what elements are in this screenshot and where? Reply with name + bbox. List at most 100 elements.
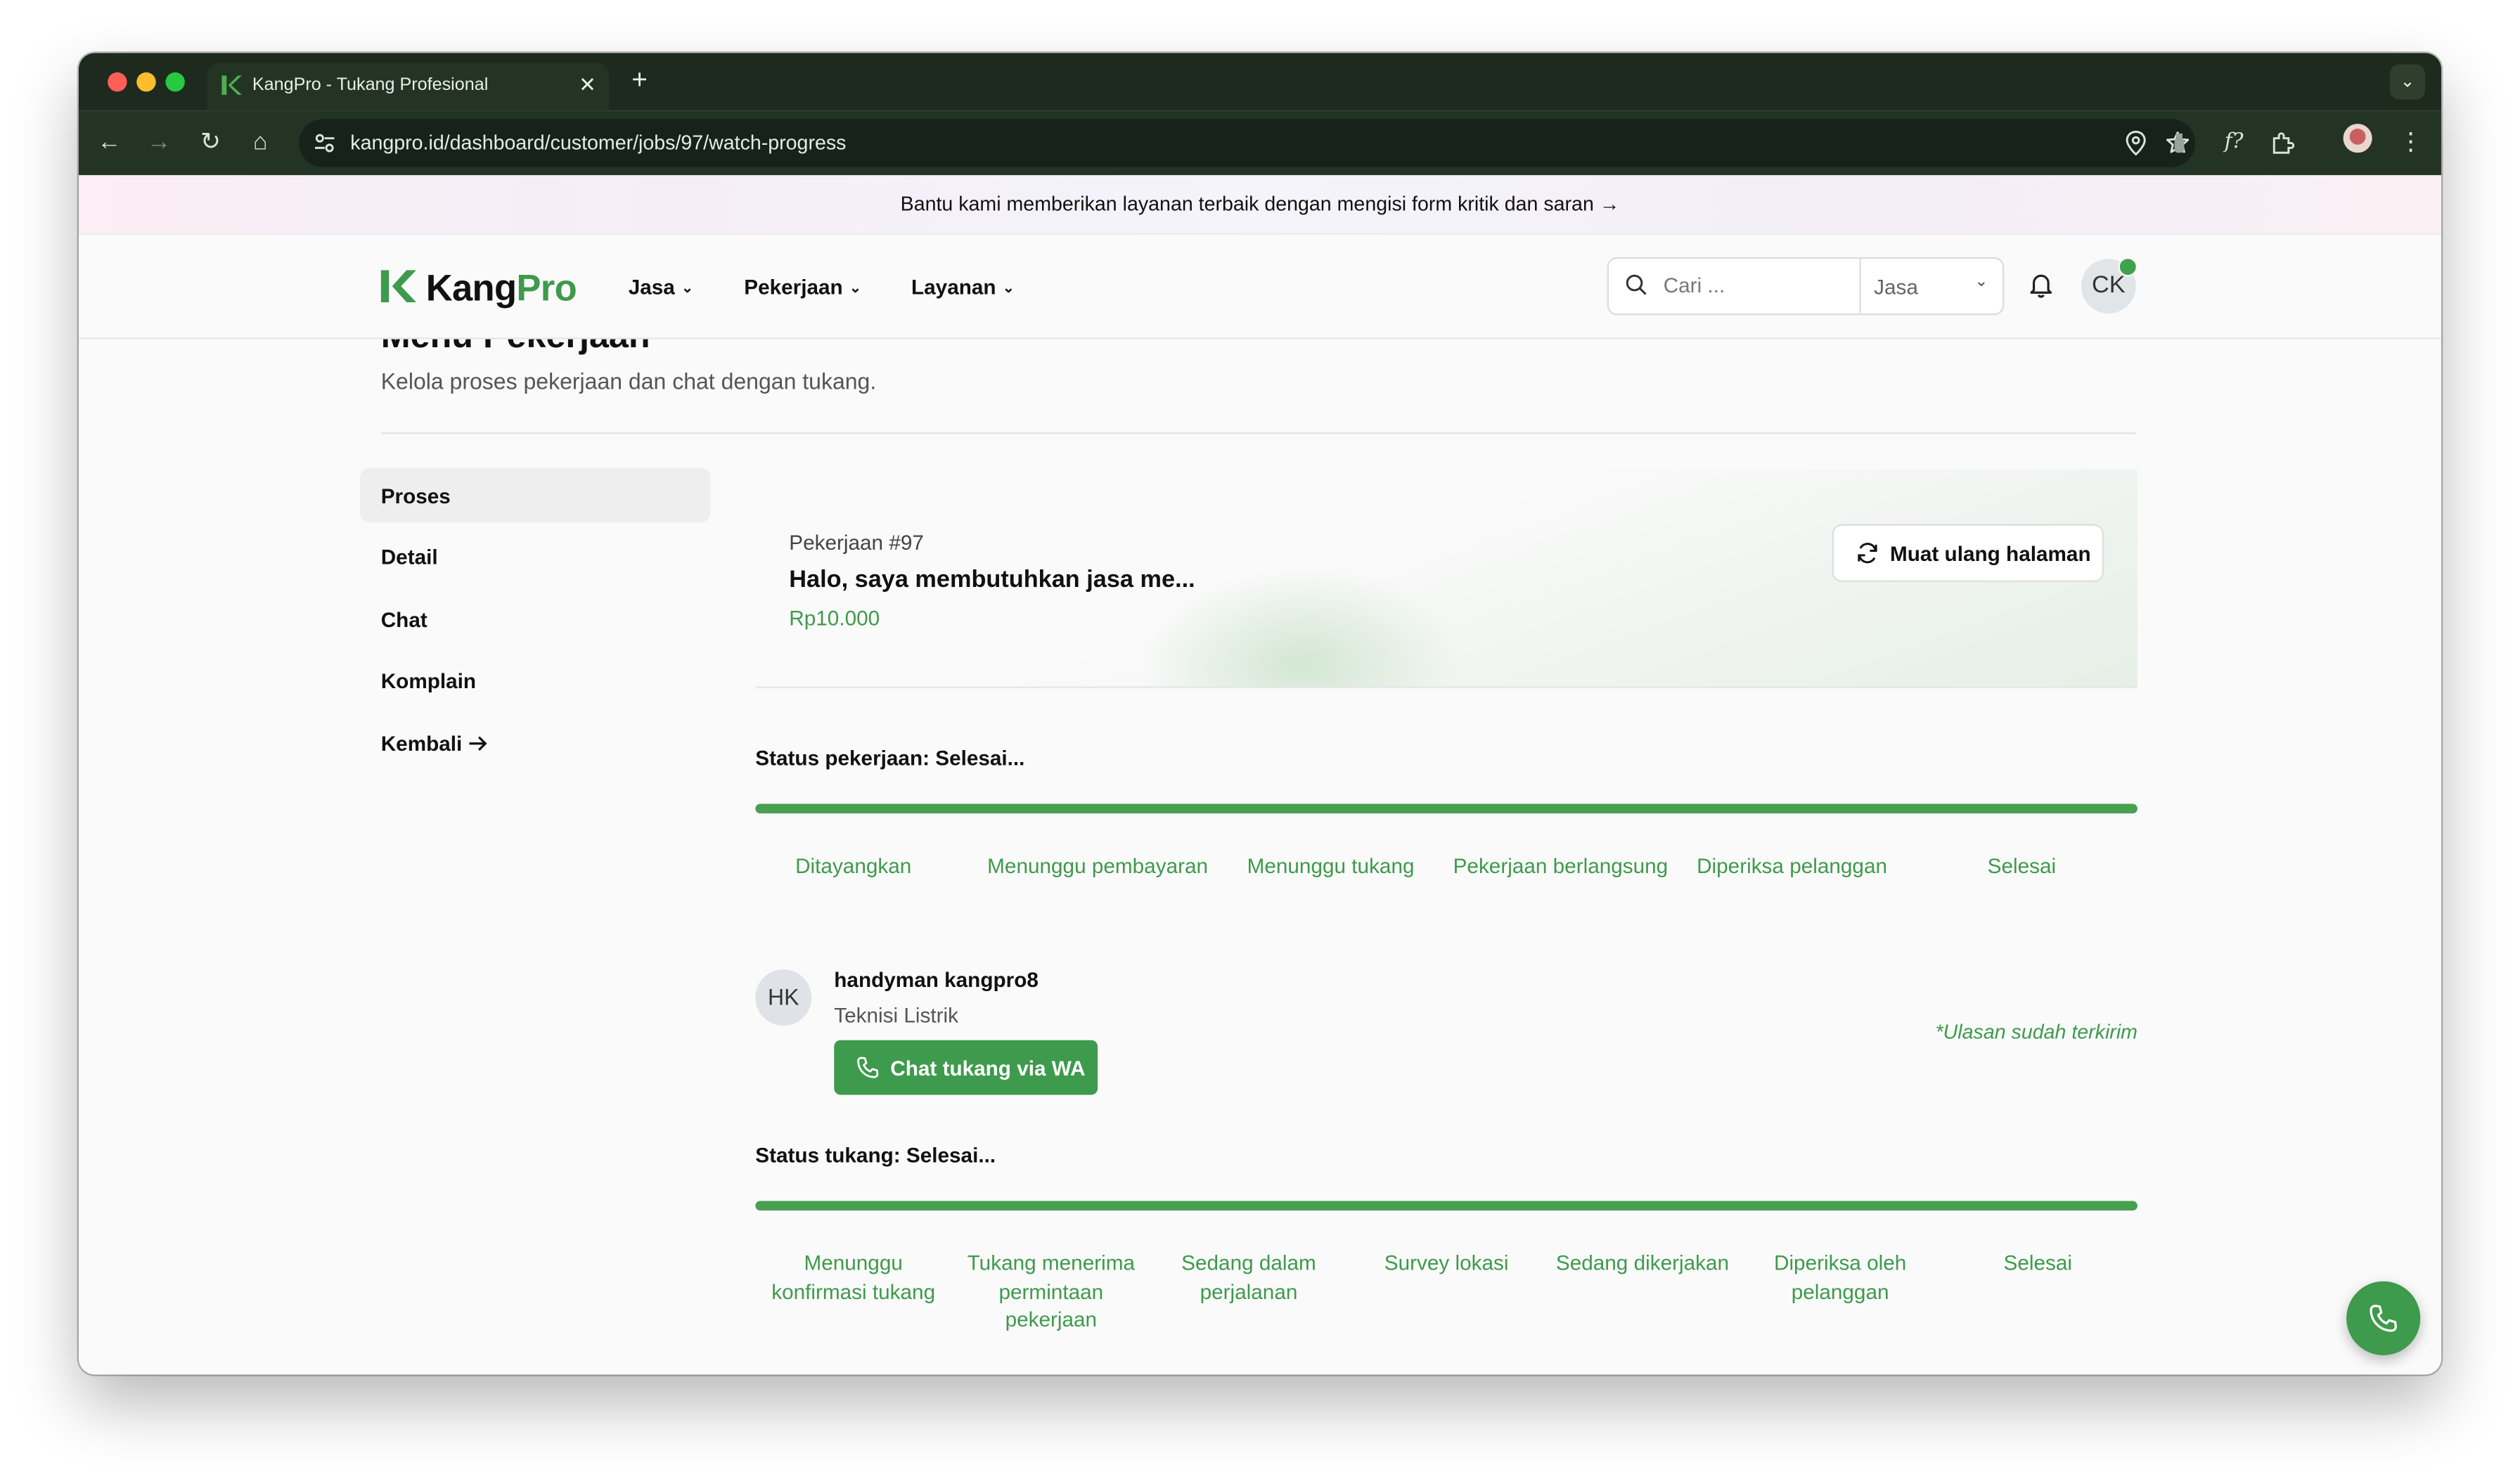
handyman-step-2: Tukang menerima permintaan pekerjaan — [967, 1251, 1136, 1331]
floating-call-button[interactable] — [2346, 1281, 2421, 1355]
sidebar-item-label: Komplain — [380, 669, 477, 693]
handyman-step-6: Diperiksa oleh pelanggan — [1773, 1251, 1907, 1303]
tab-title: KangPro - Tukang Profesional — [252, 75, 489, 95]
phone-icon — [2370, 1305, 2397, 1332]
handyman-status-label: Status tukang: Selesai... — [755, 1143, 996, 1168]
browser-window: KangPro - Tukang Profesional ✕ + ⌄ ← → ↻… — [78, 53, 2441, 1375]
logo-kang: Kang — [425, 266, 517, 309]
sidebar-item-kembali[interactable]: Kembali — [360, 716, 710, 770]
nav-pekerjaan[interactable]: Pekerjaan ⌄ — [744, 275, 861, 299]
handyman-name: handyman kangpro8 — [834, 967, 1039, 993]
chat-whatsapp-label: Chat tukang via WA — [890, 1056, 1086, 1080]
new-tab-button[interactable]: + — [631, 66, 648, 93]
sidebar-item-label: Chat — [380, 607, 428, 632]
sidebar-item-detail[interactable]: Detail — [360, 529, 710, 583]
search-category-select[interactable]: Jasa ⌄ — [1859, 259, 2005, 314]
chevron-down-icon: ⌄ — [849, 279, 862, 296]
logo-pro: Pro — [516, 266, 577, 309]
handyman-role: Teknisi Listrik — [834, 1003, 958, 1028]
job-card: Pekerjaan #97 Halo, saya membutuhkan jas… — [755, 469, 2138, 688]
job-number-label: Pekerjaan #97 — [789, 530, 924, 555]
page-subtitle: Kelola proses pekerjaan dan chat dengan … — [380, 368, 877, 394]
chevron-down-icon: ⌄ — [1974, 273, 1988, 291]
site-settings-icon[interactable] — [314, 132, 336, 155]
job-step-3: Menunggu tukang — [1247, 853, 1415, 878]
job-step-1: Ditayangkan — [795, 853, 912, 878]
reload-icon[interactable]: ↻ — [195, 127, 227, 160]
handyman-progress-fill — [755, 1201, 2138, 1211]
search-input[interactable] — [1663, 273, 1841, 298]
sidebar-item-chat[interactable]: Chat — [360, 592, 710, 647]
nav-pekerjaan-label: Pekerjaan — [744, 275, 843, 299]
maximize-window-button[interactable] — [165, 72, 185, 92]
notification-bell-icon[interactable] — [2026, 270, 2055, 299]
review-sent-note: *Ulasan sudah terkirim — [1935, 1021, 2138, 1044]
home-icon[interactable]: ⌂ — [244, 127, 276, 160]
kangpro-logo-icon — [380, 270, 416, 302]
job-step-5: Diperiksa pelanggan — [1697, 853, 1888, 878]
browser-tab[interactable]: KangPro - Tukang Profesional ✕ — [207, 63, 610, 111]
divider — [380, 432, 2136, 434]
phone-icon — [857, 1057, 879, 1078]
close-window-button[interactable] — [108, 72, 127, 92]
arrow-right-icon — [469, 736, 487, 751]
main-content: Menu Pekerjaan Kelola proses pekerjaan d… — [79, 315, 2441, 1374]
handyman-step-7: Selesai — [2003, 1251, 2072, 1275]
font-extension-icon[interactable]: f? — [2218, 127, 2250, 160]
handyman-step-3: Sedang dalam perjalanan — [1181, 1251, 1316, 1303]
forward-arrow-icon[interactable]: → — [143, 127, 175, 160]
job-progress-bar — [755, 803, 2138, 814]
user-avatar[interactable]: CK — [2081, 257, 2138, 314]
handyman-progress-bar — [755, 1201, 2138, 1211]
url-text: kangpro.id/dashboard/customer/jobs/97/wa… — [350, 131, 847, 155]
chat-whatsapp-button[interactable]: Chat tukang via WA — [834, 1040, 1098, 1095]
user-avatar-initials: CK — [2092, 271, 2126, 299]
address-bar[interactable]: kangpro.id/dashboard/customer/jobs/97/wa… — [299, 119, 2196, 167]
feedback-banner[interactable]: Bantu kami memberikan layanan terbaik de… — [78, 175, 2441, 235]
extensions-puzzle-icon[interactable] — [2269, 130, 2295, 156]
profile-avatar-icon[interactable] — [2343, 124, 2372, 153]
back-arrow-icon[interactable]: ← — [94, 127, 126, 160]
nav-jasa-label: Jasa — [628, 275, 675, 299]
tab-close-icon[interactable]: ✕ — [579, 72, 596, 98]
sidebar-item-label: Kembali — [380, 731, 463, 756]
job-step-2: Menunggu pembayaran — [987, 853, 1209, 878]
handyman-step-5: Sedang dikerjakan — [1555, 1251, 1730, 1275]
minimize-window-button[interactable] — [136, 72, 156, 92]
chevron-down-icon: ⌄ — [681, 279, 694, 296]
browser-menu-icon[interactable]: ⋮ — [2395, 127, 2427, 160]
online-status-dot — [2118, 257, 2138, 277]
job-step-4: Pekerjaan berlangsung — [1453, 853, 1669, 878]
reload-page-button[interactable]: Muat ulang halaman — [1832, 524, 2104, 582]
sidebar-item-label: Proses — [380, 484, 451, 508]
web-page: Bantu kami memberikan layanan terbaik de… — [78, 175, 2441, 1375]
sidebar-item-label: Detail — [380, 545, 438, 569]
browser-toolbar: ← → ↻ ⌂ kangpro.id/dashboard/customer/jo… — [78, 110, 2441, 176]
nav-layanan-label: Layanan — [911, 275, 996, 299]
nav-layanan[interactable]: Layanan ⌄ — [911, 275, 1015, 299]
job-status-label: Status pekerjaan: Selesai... — [755, 746, 1025, 770]
logo-wordmark: KangPro — [426, 267, 577, 311]
reload-button-label: Muat ulang halaman — [1889, 541, 2091, 567]
handyman-avatar: HK — [755, 969, 812, 1026]
site-header: KangPro Jasa ⌄ Pekerjaan ⌄ Layanan ⌄ Jasa ⌄ — [78, 234, 2441, 340]
search-category-value: Jasa — [1874, 275, 1918, 299]
sidebar-item-komplain[interactable]: Komplain — [360, 653, 710, 708]
handyman-initials: HK — [768, 983, 799, 1010]
tab-search-chevron-icon[interactable]: ⌄ — [2389, 64, 2426, 100]
extension-bottle-icon[interactable] — [2166, 130, 2192, 156]
search-box: Jasa ⌄ — [1607, 257, 2005, 316]
nav-jasa[interactable]: Jasa ⌄ — [629, 275, 693, 299]
job-price: Rp10.000 — [789, 606, 880, 631]
browser-tab-bar: KangPro - Tukang Profesional ✕ + ⌄ — [78, 53, 2441, 111]
chevron-down-icon: ⌄ — [1002, 279, 1015, 296]
feedback-banner-text[interactable]: Bantu kami memberikan layanan terbaik de… — [79, 193, 2441, 215]
job-progress-fill — [755, 803, 2138, 814]
handyman-step-1: Menunggu konfirmasi tukang — [771, 1251, 936, 1303]
sidebar-item-proses[interactable]: Proses — [359, 467, 711, 523]
handyman-step-4: Survey lokasi — [1384, 1251, 1509, 1275]
location-pin-icon[interactable] — [2125, 130, 2147, 156]
search-icon — [1626, 274, 1647, 295]
kangpro-favicon-icon — [221, 75, 242, 95]
job-title: Halo, saya membutuhkan jasa me... — [789, 566, 1195, 593]
